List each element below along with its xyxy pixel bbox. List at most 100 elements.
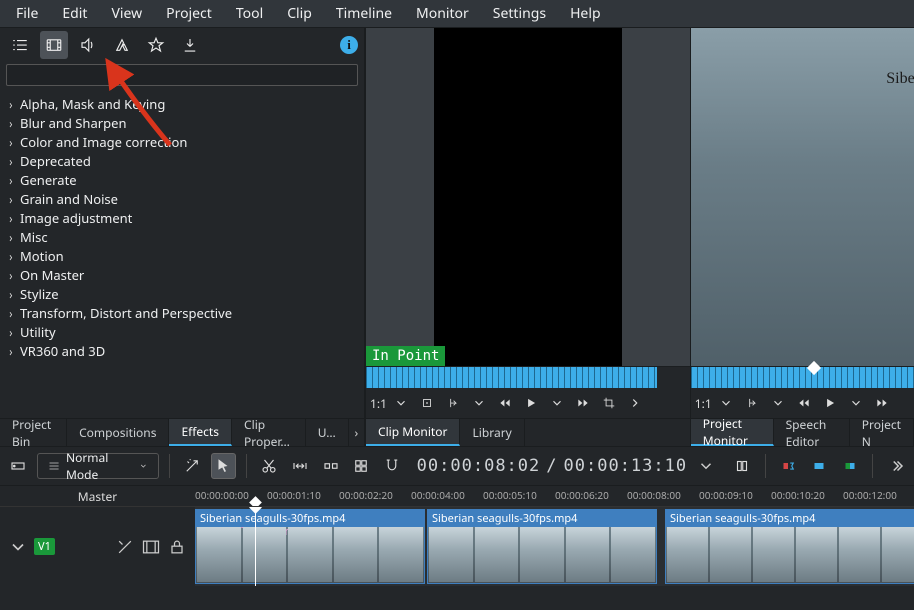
chevron-right-icon[interactable] [623, 391, 647, 415]
play-icon[interactable] [818, 391, 842, 415]
tab-library[interactable]: Library [460, 419, 524, 446]
forward-icon[interactable] [870, 391, 894, 415]
effect-category[interactable]: Deprecated [0, 151, 364, 170]
zoom-ratio[interactable]: 1:1 [370, 395, 387, 412]
toggle-track-icon[interactable] [6, 453, 31, 479]
menu-view[interactable]: View [101, 1, 152, 26]
menu-monitor[interactable]: Monitor [406, 1, 479, 26]
rewind-icon[interactable] [792, 391, 816, 415]
audio-effects-icon[interactable] [74, 31, 102, 59]
track-name-badge[interactable]: V1 [34, 538, 55, 555]
tag-green-icon[interactable] [837, 453, 862, 479]
wand-icon[interactable] [180, 453, 205, 479]
favorite-effects-icon[interactable] [142, 31, 170, 59]
effect-category[interactable]: Stylize [0, 284, 364, 303]
effect-category[interactable]: On Master [0, 265, 364, 284]
effect-category[interactable]: Blur and Sharpen [0, 113, 364, 132]
effects-panel: i Alpha, Mask and Keying Blur and Sharpe… [0, 28, 365, 446]
track-body-v1[interactable]: Siberian seagulls-30fps.mp4 Fade in/Tran… [195, 506, 914, 586]
effects-tree[interactable]: Alpha, Mask and Keying Blur and Sharpen … [0, 90, 364, 418]
tab-project-notes[interactable]: Project N [850, 419, 914, 446]
video-icon[interactable] [141, 537, 161, 557]
info-icon[interactable]: i [340, 36, 358, 54]
timeline-clip[interactable]: Siberian seagulls-30fps.mp4 [427, 509, 657, 584]
effect-category[interactable]: Transform, Distort and Perspective [0, 303, 364, 322]
chevron-down-icon[interactable] [8, 537, 28, 557]
tab-speech-editor[interactable]: Speech Editor [774, 419, 850, 446]
timecode-current[interactable]: 00:00:08:02 [417, 456, 541, 476]
effect-category[interactable]: Misc [0, 227, 364, 246]
chevron-down-icon[interactable] [389, 391, 413, 415]
menu-settings[interactable]: Settings [483, 1, 556, 26]
tab-clip-monitor[interactable]: Clip Monitor [366, 419, 460, 446]
set-in-icon[interactable] [441, 391, 465, 415]
lock-icon[interactable] [167, 537, 187, 557]
effect-category[interactable]: Grain and Noise [0, 189, 364, 208]
effect-category[interactable]: Utility [0, 322, 364, 341]
chevron-down-icon[interactable] [766, 391, 790, 415]
clip-monitor-ruler[interactable] [366, 366, 690, 388]
overflow-icon[interactable] [883, 453, 908, 479]
effect-category[interactable]: Color and Image correction [0, 132, 364, 151]
tree-view-icon[interactable] [6, 31, 34, 59]
menu-edit[interactable]: Edit [52, 1, 97, 26]
set-in-icon[interactable] [740, 391, 764, 415]
tag-red-icon[interactable] [776, 453, 801, 479]
spacer-tool-icon[interactable] [287, 453, 312, 479]
razor-tool-icon[interactable] [256, 453, 281, 479]
custom-effects-icon[interactable] [108, 31, 136, 59]
edit-mode-label: Normal Mode [66, 449, 133, 483]
play-icon[interactable] [519, 391, 543, 415]
menu-help[interactable]: Help [560, 1, 611, 26]
effect-category[interactable]: Image adjustment [0, 208, 364, 227]
forward-icon[interactable] [571, 391, 595, 415]
menu-project[interactable]: Project [156, 1, 222, 26]
edit-mode-combo[interactable]: Normal Mode [37, 453, 159, 479]
chevron-down-icon[interactable] [693, 453, 718, 479]
rewind-icon[interactable] [493, 391, 517, 415]
track-header-v1[interactable]: V1 [0, 506, 195, 586]
effect-category[interactable]: Alpha, Mask and Keying [0, 94, 364, 113]
menu-clip[interactable]: Clip [277, 1, 322, 26]
tab-effects[interactable]: Effects [169, 419, 232, 446]
tab-scroll-right-icon[interactable]: › [349, 419, 364, 446]
chevron-down-icon[interactable] [545, 391, 569, 415]
effect-category[interactable]: Generate [0, 170, 364, 189]
tab-project-bin[interactable]: Project Bin [0, 419, 67, 446]
menu-tool[interactable]: Tool [226, 1, 273, 26]
download-effects-icon[interactable] [176, 31, 204, 59]
project-monitor-ruler[interactable] [691, 366, 914, 388]
timeline-ruler[interactable]: 00:00:00:00 00:00:01:10 00:00:02:20 00:0… [195, 486, 914, 506]
marker-icon[interactable] [415, 391, 439, 415]
select-tool-icon[interactable] [211, 453, 236, 479]
chevron-down-icon[interactable] [844, 391, 868, 415]
crop-icon[interactable] [597, 391, 621, 415]
effects-search-input[interactable] [6, 64, 358, 86]
menu-file[interactable]: File [6, 1, 48, 26]
chevron-down-icon[interactable] [467, 391, 491, 415]
snap-icon[interactable] [380, 453, 405, 479]
tag-blue-icon[interactable] [807, 453, 832, 479]
chevron-down-icon[interactable] [714, 391, 738, 415]
timecode-total: 00:00:13:10 [564, 456, 688, 476]
ripple-tool-icon[interactable] [318, 453, 343, 479]
tab-clip-properties[interactable]: Clip Proper… [232, 419, 306, 446]
timeline-playhead-line[interactable] [255, 507, 256, 586]
project-monitor-canvas[interactable]: Siber [691, 28, 914, 366]
fx-icon[interactable] [115, 537, 135, 557]
menu-timeline[interactable]: Timeline [326, 1, 402, 26]
timeline-clip[interactable]: Siberian seagulls-30fps.mp4 Fade in/Tran… [195, 509, 425, 584]
timeline-clip[interactable]: Siberian seagulls-30fps.mp4 [665, 509, 914, 584]
tab-compositions[interactable]: Compositions [67, 419, 169, 446]
effect-category[interactable]: Motion [0, 246, 364, 265]
zoom-ratio[interactable]: 1:1 [695, 395, 712, 412]
effect-category[interactable]: VR360 and 3D [0, 341, 364, 360]
clip-monitor-canvas[interactable]: In Point [366, 28, 690, 366]
group-tool-icon[interactable] [349, 453, 374, 479]
tab-project-monitor[interactable]: Project Monitor [691, 419, 774, 446]
timeline-toolbar: Normal Mode 00:00:08:02 / 00:00:13:10 [0, 446, 914, 486]
tab-overflow[interactable]: U… [306, 419, 349, 446]
video-effects-icon[interactable] [40, 31, 68, 59]
mixer-icon[interactable] [730, 453, 755, 479]
master-track-label[interactable]: Master [0, 486, 195, 506]
